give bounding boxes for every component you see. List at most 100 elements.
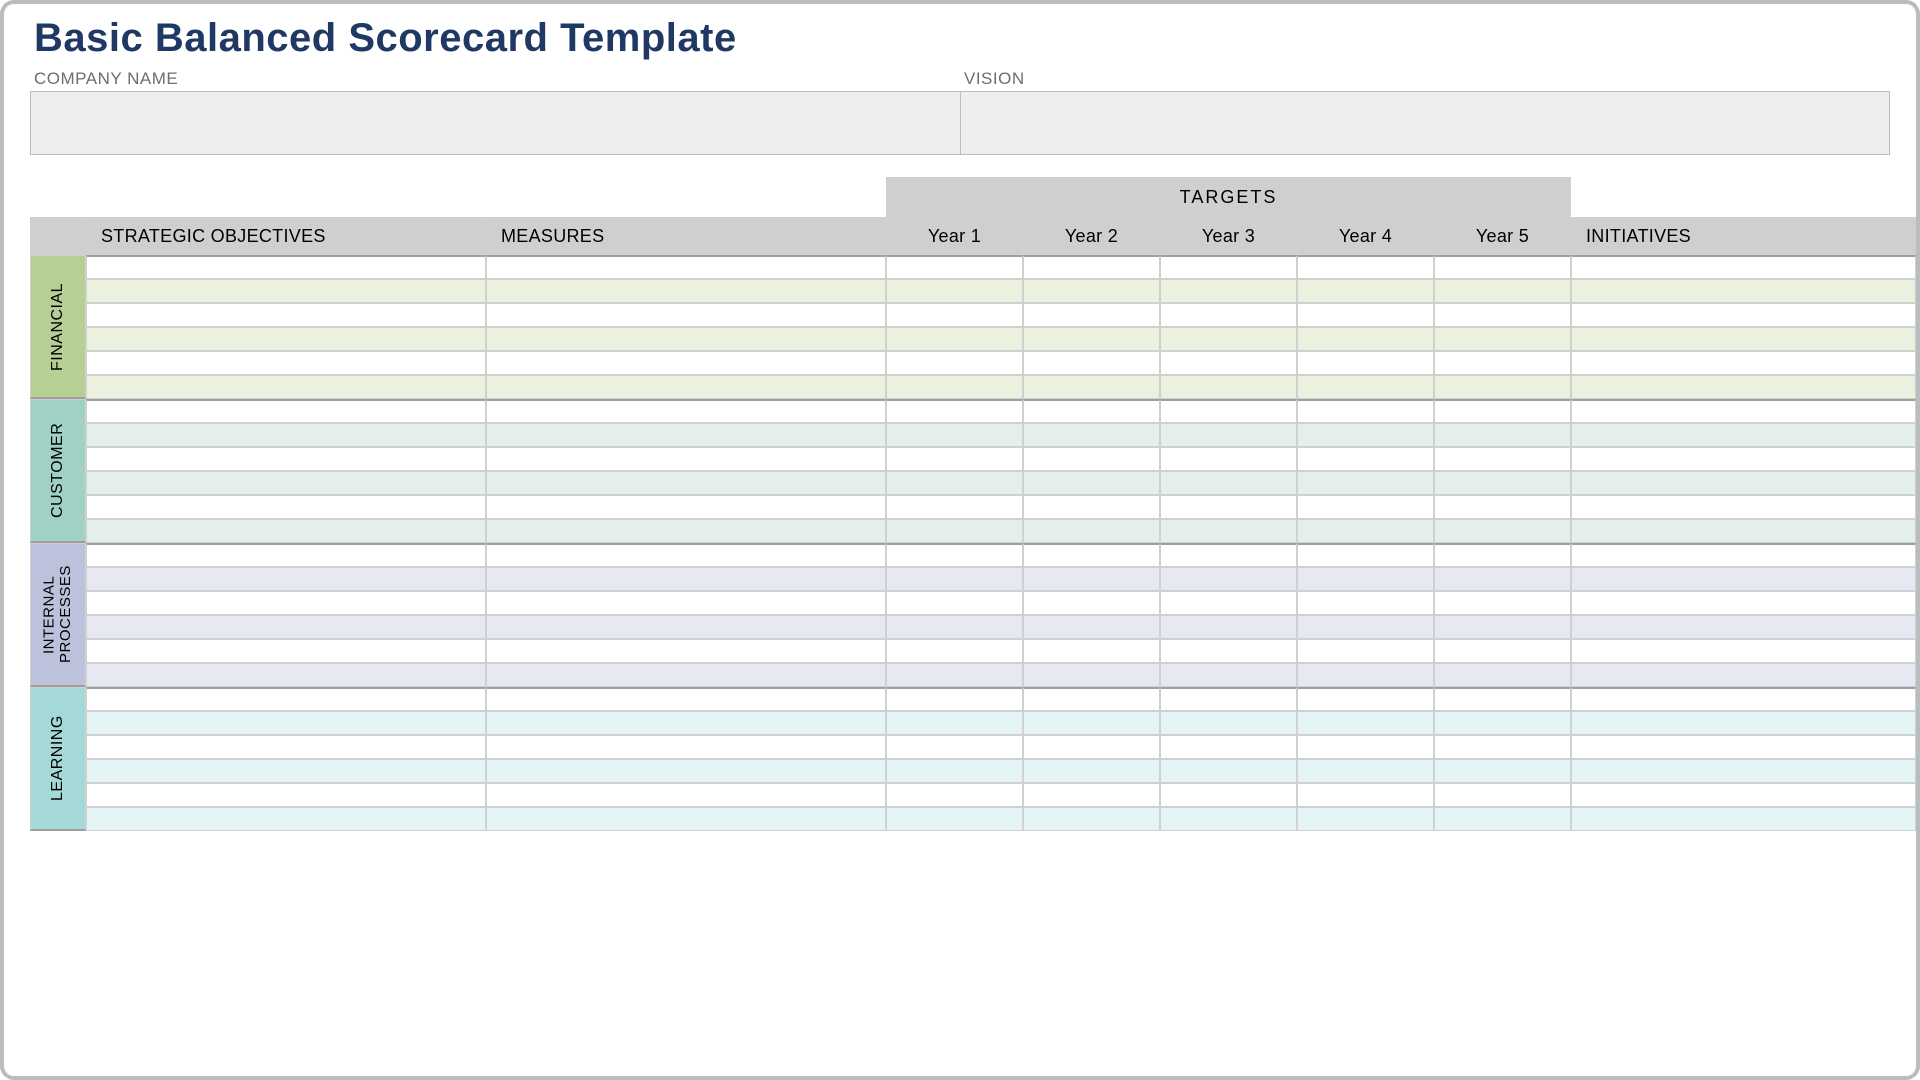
internal-y3-row6[interactable] bbox=[1160, 663, 1297, 687]
learning-y4-row4[interactable] bbox=[1297, 759, 1434, 783]
internal-y2-row5[interactable] bbox=[1023, 639, 1160, 663]
internal-objective-row1[interactable] bbox=[86, 543, 486, 567]
financial-y1-row2[interactable] bbox=[886, 279, 1023, 303]
internal-objective-row3[interactable] bbox=[86, 591, 486, 615]
customer-objective-row1[interactable] bbox=[86, 399, 486, 423]
learning-initiative-row4[interactable] bbox=[1571, 759, 1916, 783]
customer-y4-row4[interactable] bbox=[1297, 471, 1434, 495]
customer-measure-row4[interactable] bbox=[486, 471, 886, 495]
customer-objective-row6[interactable] bbox=[86, 519, 486, 543]
learning-measure-row6[interactable] bbox=[486, 807, 886, 831]
financial-initiative-row1[interactable] bbox=[1571, 255, 1916, 279]
customer-initiative-row4[interactable] bbox=[1571, 471, 1916, 495]
learning-y3-row4[interactable] bbox=[1160, 759, 1297, 783]
financial-y4-row1[interactable] bbox=[1297, 255, 1434, 279]
internal-measure-row2[interactable] bbox=[486, 567, 886, 591]
financial-measure-row1[interactable] bbox=[486, 255, 886, 279]
learning-y3-row1[interactable] bbox=[1160, 687, 1297, 711]
internal-y4-row1[interactable] bbox=[1297, 543, 1434, 567]
internal-y5-row5[interactable] bbox=[1434, 639, 1571, 663]
customer-y4-row2[interactable] bbox=[1297, 423, 1434, 447]
internal-y4-row5[interactable] bbox=[1297, 639, 1434, 663]
learning-objective-row1[interactable] bbox=[86, 687, 486, 711]
customer-y4-row3[interactable] bbox=[1297, 447, 1434, 471]
internal-y1-row4[interactable] bbox=[886, 615, 1023, 639]
learning-initiative-row5[interactable] bbox=[1571, 783, 1916, 807]
customer-y4-row1[interactable] bbox=[1297, 399, 1434, 423]
internal-y3-row4[interactable] bbox=[1160, 615, 1297, 639]
customer-y1-row5[interactable] bbox=[886, 495, 1023, 519]
learning-measure-row5[interactable] bbox=[486, 783, 886, 807]
internal-y4-row4[interactable] bbox=[1297, 615, 1434, 639]
financial-y2-row4[interactable] bbox=[1023, 327, 1160, 351]
financial-y5-row3[interactable] bbox=[1434, 303, 1571, 327]
customer-y1-row6[interactable] bbox=[886, 519, 1023, 543]
internal-objective-row2[interactable] bbox=[86, 567, 486, 591]
financial-y5-row2[interactable] bbox=[1434, 279, 1571, 303]
financial-y3-row3[interactable] bbox=[1160, 303, 1297, 327]
internal-y3-row2[interactable] bbox=[1160, 567, 1297, 591]
customer-objective-row5[interactable] bbox=[86, 495, 486, 519]
customer-y2-row1[interactable] bbox=[1023, 399, 1160, 423]
internal-y5-row1[interactable] bbox=[1434, 543, 1571, 567]
financial-objective-row5[interactable] bbox=[86, 351, 486, 375]
internal-objective-row5[interactable] bbox=[86, 639, 486, 663]
internal-initiative-row2[interactable] bbox=[1571, 567, 1916, 591]
financial-y5-row5[interactable] bbox=[1434, 351, 1571, 375]
financial-y2-row2[interactable] bbox=[1023, 279, 1160, 303]
customer-y3-row6[interactable] bbox=[1160, 519, 1297, 543]
learning-y2-row2[interactable] bbox=[1023, 711, 1160, 735]
customer-y5-row3[interactable] bbox=[1434, 447, 1571, 471]
customer-y4-row5[interactable] bbox=[1297, 495, 1434, 519]
financial-measure-row5[interactable] bbox=[486, 351, 886, 375]
learning-y4-row3[interactable] bbox=[1297, 735, 1434, 759]
internal-y2-row2[interactable] bbox=[1023, 567, 1160, 591]
internal-initiative-row6[interactable] bbox=[1571, 663, 1916, 687]
internal-y1-row6[interactable] bbox=[886, 663, 1023, 687]
internal-y1-row5[interactable] bbox=[886, 639, 1023, 663]
financial-y2-row1[interactable] bbox=[1023, 255, 1160, 279]
financial-y3-row1[interactable] bbox=[1160, 255, 1297, 279]
financial-y4-row5[interactable] bbox=[1297, 351, 1434, 375]
learning-y1-row4[interactable] bbox=[886, 759, 1023, 783]
customer-measure-row2[interactable] bbox=[486, 423, 886, 447]
financial-y1-row3[interactable] bbox=[886, 303, 1023, 327]
internal-y3-row5[interactable] bbox=[1160, 639, 1297, 663]
customer-y1-row1[interactable] bbox=[886, 399, 1023, 423]
internal-y5-row6[interactable] bbox=[1434, 663, 1571, 687]
customer-measure-row6[interactable] bbox=[486, 519, 886, 543]
financial-measure-row4[interactable] bbox=[486, 327, 886, 351]
financial-initiative-row5[interactable] bbox=[1571, 351, 1916, 375]
customer-y2-row5[interactable] bbox=[1023, 495, 1160, 519]
financial-y1-row5[interactable] bbox=[886, 351, 1023, 375]
internal-measure-row3[interactable] bbox=[486, 591, 886, 615]
customer-y1-row3[interactable] bbox=[886, 447, 1023, 471]
learning-initiative-row3[interactable] bbox=[1571, 735, 1916, 759]
learning-initiative-row6[interactable] bbox=[1571, 807, 1916, 831]
internal-y3-row3[interactable] bbox=[1160, 591, 1297, 615]
financial-y5-row6[interactable] bbox=[1434, 375, 1571, 399]
financial-y3-row4[interactable] bbox=[1160, 327, 1297, 351]
financial-y3-row6[interactable] bbox=[1160, 375, 1297, 399]
financial-y4-row4[interactable] bbox=[1297, 327, 1434, 351]
customer-initiative-row5[interactable] bbox=[1571, 495, 1916, 519]
customer-y3-row3[interactable] bbox=[1160, 447, 1297, 471]
financial-y5-row4[interactable] bbox=[1434, 327, 1571, 351]
learning-y3-row3[interactable] bbox=[1160, 735, 1297, 759]
financial-y2-row6[interactable] bbox=[1023, 375, 1160, 399]
financial-y4-row3[interactable] bbox=[1297, 303, 1434, 327]
customer-y3-row4[interactable] bbox=[1160, 471, 1297, 495]
learning-initiative-row2[interactable] bbox=[1571, 711, 1916, 735]
learning-objective-row6[interactable] bbox=[86, 807, 486, 831]
customer-initiative-row3[interactable] bbox=[1571, 447, 1916, 471]
internal-y2-row4[interactable] bbox=[1023, 615, 1160, 639]
customer-y2-row6[interactable] bbox=[1023, 519, 1160, 543]
internal-measure-row6[interactable] bbox=[486, 663, 886, 687]
learning-y3-row6[interactable] bbox=[1160, 807, 1297, 831]
internal-initiative-row5[interactable] bbox=[1571, 639, 1916, 663]
customer-y1-row4[interactable] bbox=[886, 471, 1023, 495]
internal-measure-row1[interactable] bbox=[486, 543, 886, 567]
financial-y1-row4[interactable] bbox=[886, 327, 1023, 351]
customer-objective-row2[interactable] bbox=[86, 423, 486, 447]
customer-measure-row3[interactable] bbox=[486, 447, 886, 471]
